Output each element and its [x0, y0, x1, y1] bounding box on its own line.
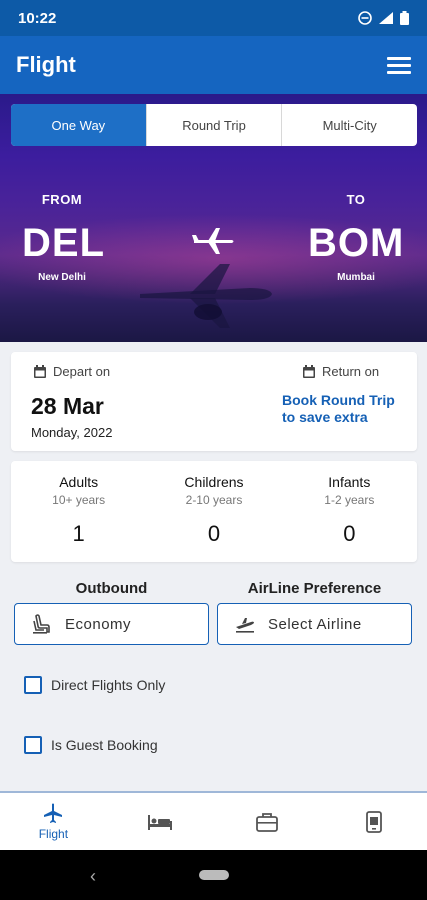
flight-icon: [44, 803, 63, 823]
from-code: DEL: [22, 221, 105, 265]
takeoff-icon: [236, 618, 254, 633]
guest-booking-label: Is Guest Booking: [51, 737, 158, 753]
direct-flights-label: Direct Flights Only: [51, 677, 166, 693]
menu-button[interactable]: [387, 53, 411, 77]
route-hero: One Way Round Trip Multi-City FROM DEL N…: [0, 94, 427, 342]
status-bar: 10:22: [0, 0, 427, 36]
airline-placeholder: Select Airline: [268, 615, 362, 633]
adults-selector[interactable]: Adults 10+ years 1: [11, 461, 146, 562]
page-title: Flight: [16, 52, 76, 77]
passengers-card: Adults 10+ years 1 Childrens 2-10 years …: [11, 461, 417, 562]
hotel-icon: [148, 814, 173, 830]
to-location[interactable]: TO BOM Mumbai: [308, 192, 404, 283]
children-selector[interactable]: Childrens 2-10 years 0: [146, 461, 281, 562]
mobile-recharge-icon: [365, 810, 382, 833]
seat-icon: [33, 614, 50, 634]
app-bar: Flight: [0, 36, 427, 94]
outbound-title: Outbound: [75, 580, 148, 597]
dnd-icon: [358, 11, 372, 25]
children-count: 0: [207, 521, 221, 546]
children-title: Childrens: [184, 474, 244, 490]
bottom-navigation: Flight: [0, 791, 427, 850]
trip-type-tabs: One Way Round Trip Multi-City: [11, 104, 417, 146]
tab-multi-city[interactable]: Multi-City: [281, 104, 417, 146]
adults-title: Adults: [59, 474, 99, 490]
nav-flight[interactable]: Flight: [0, 793, 107, 850]
infants-age: 1-2 years: [324, 493, 375, 507]
airline-select[interactable]: Select Airline: [217, 603, 412, 645]
nav-flight-label: Flight: [38, 826, 69, 841]
status-icons: [358, 11, 409, 25]
nav-hotel[interactable]: [107, 793, 214, 850]
background-plane-image: [140, 264, 272, 328]
system-back-icon[interactable]: ‹: [90, 866, 96, 887]
direct-flights-checkbox[interactable]: [24, 676, 42, 694]
children-age: 2-10 years: [185, 493, 243, 507]
infants-title: Infants: [328, 474, 371, 490]
adults-age: 10+ years: [52, 493, 106, 507]
depart-date[interactable]: 28 Mar: [31, 393, 104, 420]
tab-round-trip[interactable]: Round Trip: [145, 104, 282, 146]
swap-plane-icon[interactable]: [192, 226, 236, 256]
to-city: Mumbai: [337, 272, 375, 283]
to-code: BOM: [308, 221, 405, 265]
status-time: 10:22: [18, 9, 57, 27]
holiday-briefcase-icon: [255, 812, 278, 832]
cabin-class-value: Economy: [65, 615, 132, 633]
adults-count: 1: [72, 521, 85, 546]
nav-recharge[interactable]: [320, 793, 427, 850]
book-round-trip-link[interactable]: Book Round Trip to save extra: [282, 392, 395, 426]
system-home-handle[interactable]: [199, 870, 229, 880]
airline-preference-title: AirLine Preference: [247, 580, 382, 597]
depart-day: Monday, 2022: [31, 425, 113, 440]
dates-card: Depart on 28 Mar Monday, 2022 Return on …: [11, 352, 417, 451]
battery-icon: [400, 11, 409, 25]
return-label: Return on: [322, 364, 380, 379]
cabin-class-select[interactable]: Economy: [14, 603, 209, 645]
depart-label: Depart on: [53, 364, 111, 379]
from-location[interactable]: FROM DEL New Delhi: [22, 192, 105, 283]
infants-selector[interactable]: Infants 1-2 years 0: [282, 461, 417, 562]
return-section[interactable]: Return on: [302, 364, 379, 379]
guest-booking-checkbox[interactable]: [24, 736, 42, 754]
guest-booking-option[interactable]: Is Guest Booking: [24, 736, 158, 754]
to-label: TO: [346, 192, 366, 207]
system-navigation-bar: ‹: [0, 850, 427, 900]
from-label: FROM: [41, 192, 83, 207]
depart-section[interactable]: Depart on: [33, 364, 110, 379]
from-city: New Delhi: [38, 272, 86, 283]
direct-flights-option[interactable]: Direct Flights Only: [24, 676, 165, 694]
nav-holidays[interactable]: [214, 793, 321, 850]
infants-count: 0: [343, 521, 356, 546]
tab-one-way[interactable]: One Way: [11, 104, 146, 146]
calendar-icon: [303, 364, 315, 378]
signal-icon: [379, 12, 393, 24]
menu-icon: [387, 56, 411, 60]
calendar-icon: [34, 364, 46, 378]
